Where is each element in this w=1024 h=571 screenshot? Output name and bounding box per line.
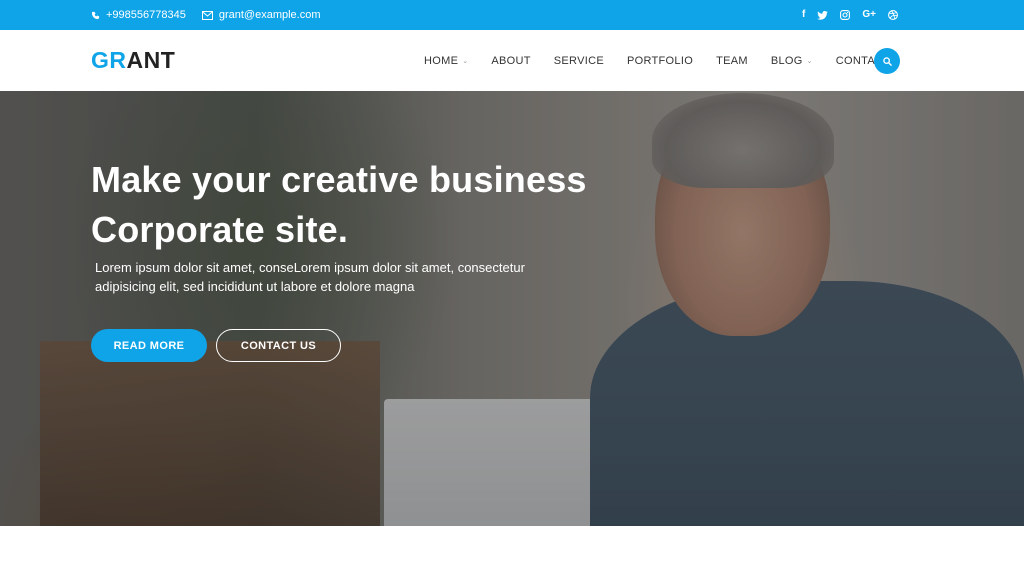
hero-description: Lorem ipsum dolor sit amet, conseLorem i…: [95, 258, 565, 296]
phone-number: +998556778345: [106, 9, 186, 21]
nav-label-blog: BLOG: [770, 54, 803, 67]
main-navbar: GRANT HOME ⌄ ABOUT SERVICE PORTFOLIO TEA…: [0, 30, 1024, 91]
top-bar: +998556778345 grant@example.com f G+: [0, 0, 1024, 30]
hero-description-line-1: Lorem ipsum dolor sit amet, conseLorem i…: [95, 260, 525, 275]
nav-label-service: SERVICE: [553, 54, 604, 67]
chevron-down-icon: ⌄: [806, 57, 813, 65]
hero-title-line-2: Corporate site.: [91, 209, 349, 250]
phone-contact[interactable]: +998556778345: [91, 9, 186, 21]
search-button[interactable]: [874, 48, 900, 74]
google-plus-icon[interactable]: G+: [862, 10, 876, 20]
chevron-down-icon: ⌄: [462, 57, 469, 65]
instagram-icon[interactable]: [840, 10, 851, 20]
nav-label-about: ABOUT: [491, 54, 531, 67]
top-contact-info: +998556778345 grant@example.com: [91, 0, 321, 30]
logo-part-accent: GR: [91, 47, 127, 73]
hero-description-line-2: adipisicing elit, sed incididunt ut labo…: [95, 279, 415, 294]
contact-us-button[interactable]: CONTACT US: [216, 329, 341, 362]
facebook-icon[interactable]: f: [802, 10, 805, 20]
main-menu: HOME ⌄ ABOUT SERVICE PORTFOLIO TEAM BLOG…: [424, 30, 913, 91]
phone-icon: [91, 11, 100, 19]
nav-label-portfolio: PORTFOLIO: [626, 54, 694, 67]
envelope-icon: [201, 10, 213, 20]
nav-item-home[interactable]: HOME ⌄: [424, 55, 468, 67]
nav-item-portfolio[interactable]: PORTFOLIO: [627, 55, 693, 67]
hero-title-line-1: Make your creative business: [91, 159, 587, 200]
hero-title: Make your creative business Corporate si…: [91, 155, 587, 255]
nav-item-service[interactable]: SERVICE: [554, 55, 604, 67]
logo-part-dark: ANT: [126, 47, 176, 73]
nav-item-about[interactable]: ABOUT: [491, 55, 530, 67]
social-links: f G+: [802, 0, 898, 30]
nav-label-team: TEAM: [716, 54, 748, 67]
site-logo[interactable]: GRANT: [91, 47, 175, 74]
read-more-button[interactable]: READ MORE: [91, 329, 207, 362]
email-contact[interactable]: grant@example.com: [201, 9, 321, 21]
dribbble-icon[interactable]: [888, 10, 898, 20]
nav-label-home: HOME: [424, 54, 459, 67]
nav-item-blog[interactable]: BLOG ⌄: [771, 55, 813, 67]
search-icon: [882, 56, 892, 66]
nav-item-team[interactable]: TEAM: [716, 55, 748, 67]
email-address: grant@example.com: [218, 9, 321, 21]
twitter-icon[interactable]: [817, 10, 829, 20]
